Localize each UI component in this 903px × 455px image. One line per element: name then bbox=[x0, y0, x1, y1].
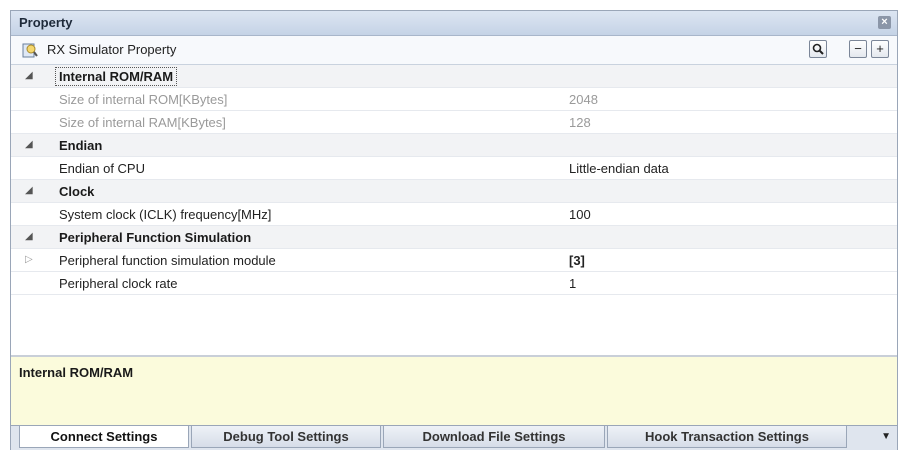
tab-bar: Connect Settings Debug Tool Settings Dow… bbox=[11, 425, 897, 450]
magnifier-icon bbox=[812, 43, 824, 58]
tab-hook-transaction-settings[interactable]: Hook Transaction Settings bbox=[607, 426, 847, 448]
tab-connect-settings[interactable]: Connect Settings bbox=[19, 426, 189, 448]
collapse-arrow-icon[interactable]: ◢ bbox=[25, 185, 33, 196]
property-icon bbox=[21, 41, 39, 59]
category-label: Clock bbox=[59, 184, 95, 199]
property-name: Size of internal RAM[KBytes] bbox=[59, 115, 226, 130]
collapse-arrow-icon[interactable]: ◢ bbox=[25, 231, 33, 242]
category-row[interactable]: ◢ Internal ROM/RAM bbox=[11, 65, 897, 88]
tab-download-file-settings[interactable]: Download File Settings bbox=[383, 426, 605, 448]
expand-arrow-icon[interactable]: ▷ bbox=[25, 254, 33, 265]
property-value[interactable]: 1 bbox=[569, 276, 576, 291]
panel-titlebar: Property × bbox=[11, 11, 897, 36]
property-name: Peripheral clock rate bbox=[59, 276, 178, 291]
property-title: RX Simulator Property bbox=[47, 42, 177, 57]
property-row[interactable]: ▷ Peripheral function simulation module … bbox=[11, 249, 897, 272]
property-grid: ◢ Internal ROM/RAM Size of internal ROM[… bbox=[11, 65, 897, 355]
property-row[interactable]: Size of internal ROM[KBytes] 2048 bbox=[11, 88, 897, 111]
property-panel: Property × RX Simulator Property − + ◢ I… bbox=[10, 10, 898, 450]
collapse-all-button[interactable]: − bbox=[849, 40, 867, 58]
description-pane: Internal ROM/RAM bbox=[11, 355, 897, 425]
property-row[interactable]: System clock (ICLK) frequency[MHz] 100 bbox=[11, 203, 897, 226]
tab-debug-tool-settings[interactable]: Debug Tool Settings bbox=[191, 426, 381, 448]
property-row[interactable]: Size of internal RAM[KBytes] 128 bbox=[11, 111, 897, 134]
category-row[interactable]: ◢ Endian bbox=[11, 134, 897, 157]
property-row[interactable]: Peripheral clock rate 1 bbox=[11, 272, 897, 295]
category-label: Peripheral Function Simulation bbox=[59, 230, 252, 245]
category-label: Endian bbox=[59, 138, 103, 153]
expand-all-button[interactable]: + bbox=[871, 40, 889, 58]
category-label: Internal ROM/RAM bbox=[55, 67, 178, 86]
description-title: Internal ROM/RAM bbox=[19, 365, 134, 380]
property-value: 2048 bbox=[569, 92, 598, 107]
property-name: Endian of CPU bbox=[59, 161, 145, 176]
chevron-down-icon[interactable]: ▼ bbox=[881, 431, 891, 442]
collapse-arrow-icon[interactable]: ◢ bbox=[25, 70, 33, 81]
category-row[interactable]: ◢ Clock bbox=[11, 180, 897, 203]
property-name: Peripheral function simulation module bbox=[59, 253, 276, 268]
close-icon[interactable]: × bbox=[878, 16, 891, 29]
property-value: 128 bbox=[569, 115, 591, 130]
property-name: Size of internal ROM[KBytes] bbox=[59, 92, 228, 107]
property-row[interactable]: Endian of CPU Little-endian data bbox=[11, 157, 897, 180]
panel-title: Property bbox=[19, 15, 73, 30]
property-value[interactable]: 100 bbox=[569, 207, 591, 222]
collapse-arrow-icon[interactable]: ◢ bbox=[25, 139, 33, 150]
search-button[interactable] bbox=[809, 40, 827, 58]
category-row[interactable]: ◢ Peripheral Function Simulation bbox=[11, 226, 897, 249]
property-value[interactable]: [3] bbox=[569, 253, 585, 268]
property-value[interactable]: Little-endian data bbox=[569, 161, 669, 176]
property-toolbar: RX Simulator Property − + bbox=[11, 36, 897, 65]
property-name: System clock (ICLK) frequency[MHz] bbox=[59, 207, 272, 222]
